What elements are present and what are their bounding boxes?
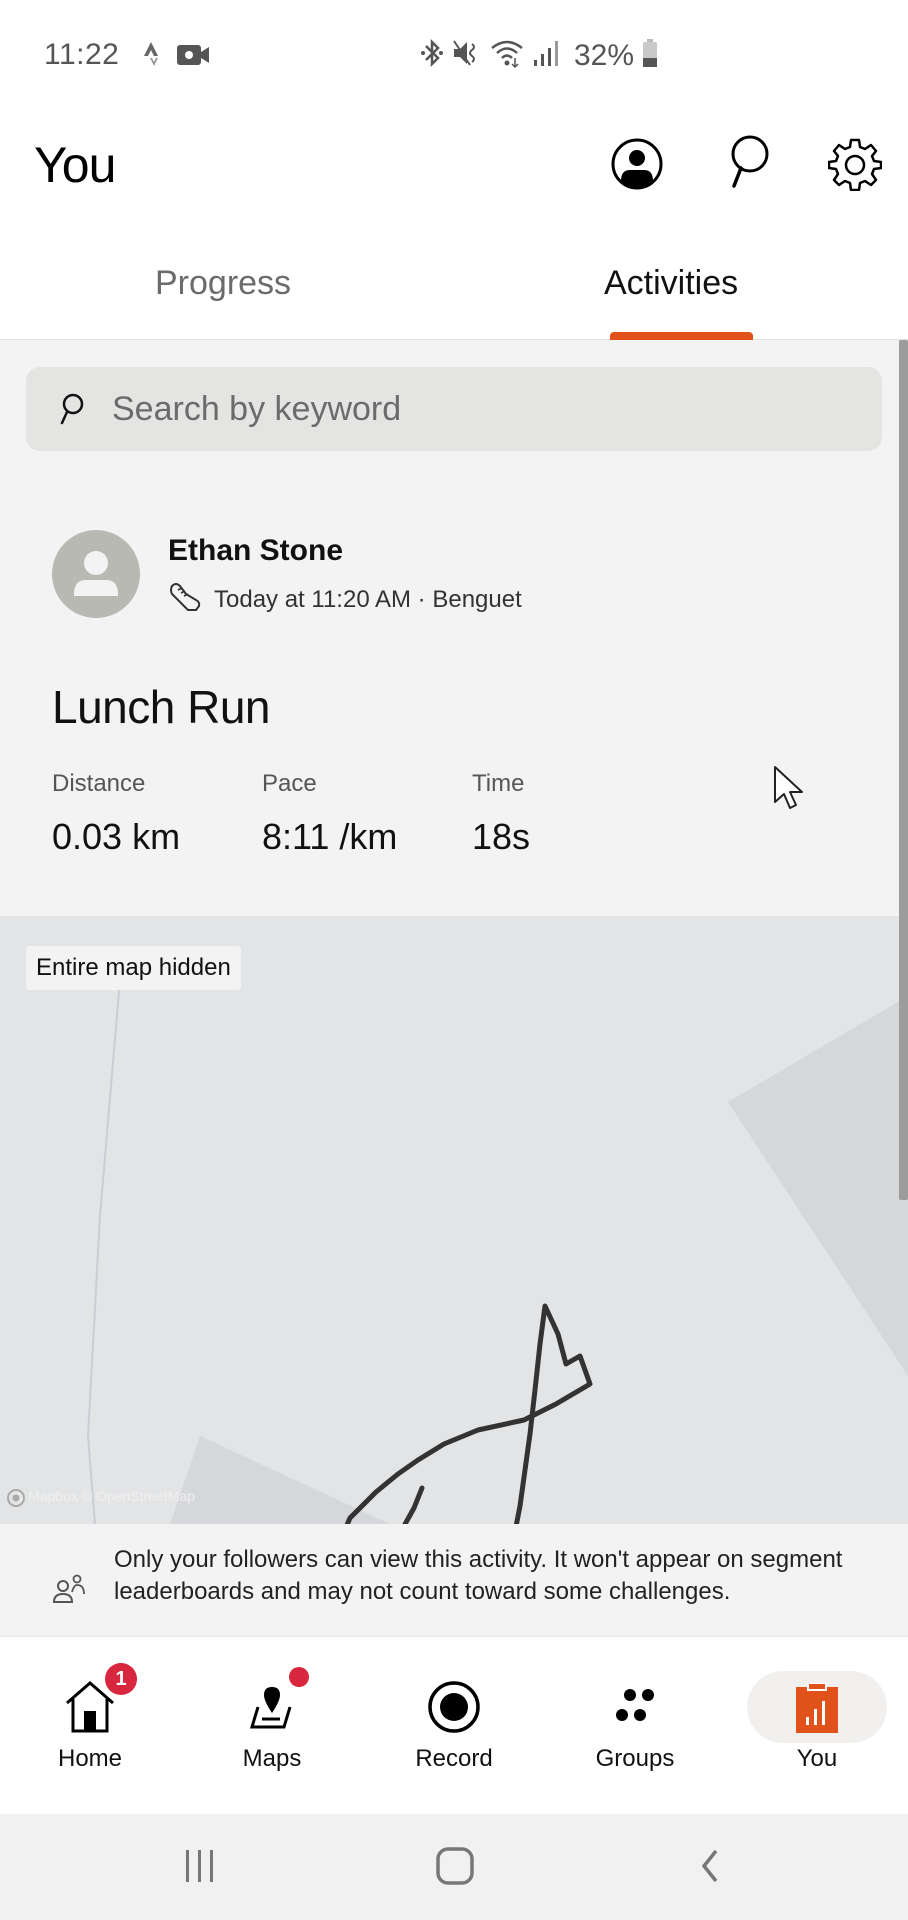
tab-bar: Progress Activities <box>0 222 908 340</box>
wifi-icon <box>490 38 524 73</box>
profile-button[interactable] <box>607 136 667 196</box>
running-shoe-icon <box>168 580 202 619</box>
nav-label: Record <box>415 1745 493 1772</box>
nav-label: Home <box>57 1745 123 1772</box>
recent-apps-icon <box>182 1848 218 1889</box>
map-hidden-label: Entire map hidden <box>26 946 241 990</box>
athlete-name[interactable]: Ethan Stone <box>168 534 343 568</box>
nav-you[interactable]: You <box>742 1637 892 1815</box>
profile-icon <box>610 137 664 196</box>
nav-label: Maps <box>242 1745 302 1772</box>
search-icon <box>54 392 88 426</box>
map-attribution-text: © Mapbox © OpenStreetMap <box>14 1488 195 1504</box>
nav-groups[interactable]: Groups <box>560 1637 710 1815</box>
privacy-note-text: Only your followers can view this activi… <box>114 1546 843 1605</box>
home-system-button[interactable] <box>425 1846 485 1890</box>
battery-icon <box>642 38 658 73</box>
followers-icon <box>52 1574 86 1609</box>
status-right-icons: 32% <box>420 38 658 73</box>
bluetooth-icon <box>420 38 444 73</box>
stat-label: Pace <box>262 770 317 797</box>
search-bar[interactable] <box>26 367 882 451</box>
mouse-cursor-icon <box>772 764 806 817</box>
stat-value: 18s <box>472 816 531 857</box>
back-button[interactable] <box>680 1846 740 1890</box>
you-icon <box>787 1677 847 1737</box>
recent-apps-button[interactable] <box>170 1846 230 1890</box>
stat-label: Time <box>472 770 525 797</box>
scrollbar-thumb[interactable] <box>899 340 908 1200</box>
mute-vibrate-icon <box>452 38 482 73</box>
nav-label: Groups <box>595 1745 675 1772</box>
route-polyline <box>344 1303 593 1524</box>
feed-scrollbar[interactable] <box>899 340 908 1636</box>
groups-icon <box>605 1677 665 1737</box>
status-bar: 11:22 32% <box>0 0 908 112</box>
strava-notification-icon <box>140 40 162 75</box>
activities-feed: Ethan Stone Today at 11:20 AM · Benguet … <box>0 340 908 1636</box>
home-square-icon <box>435 1846 475 1891</box>
settings-icon <box>827 137 883 196</box>
map-attribution[interactable]: © Mapbox © OpenStreetMap <box>6 1488 195 1507</box>
maps-icon <box>242 1677 302 1737</box>
search-input[interactable] <box>112 389 812 429</box>
status-left-icons <box>140 40 210 75</box>
nav-maps[interactable]: Maps <box>197 1637 347 1815</box>
tab-progress[interactable]: Progress <box>155 264 291 303</box>
active-tab-indicator <box>610 332 753 340</box>
privacy-note: Only your followers can view this activi… <box>0 1524 908 1636</box>
video-recording-icon <box>176 43 210 72</box>
page-title: You <box>34 137 116 193</box>
search-icon <box>724 134 772 199</box>
battery-percent: 32% <box>574 38 635 72</box>
home-notification-badge: 1 <box>105 1663 137 1695</box>
stat-distance: Distance 0.03 km <box>52 770 180 858</box>
settings-button[interactable] <box>825 136 885 196</box>
stat-label: Distance <box>52 770 146 797</box>
stat-pace: Pace 8:11 /km <box>262 770 397 858</box>
stat-time: Time 18s <box>472 770 530 858</box>
status-time: 11:22 <box>44 38 120 71</box>
nav-label: You <box>796 1745 838 1772</box>
stat-value: 8:11 /km <box>262 816 398 857</box>
back-chevron-icon <box>698 1848 722 1889</box>
athlete-avatar[interactable] <box>52 530 140 618</box>
system-nav-bar <box>0 1814 908 1920</box>
activity-meta: Today at 11:20 AM · Benguet <box>168 580 522 619</box>
nav-record[interactable]: Record <box>379 1637 529 1815</box>
bottom-nav: 1 Home Maps Record Groups You <box>0 1636 908 1814</box>
signal-icon <box>532 38 560 73</box>
app-header: You <box>0 112 908 222</box>
activity-map[interactable]: Entire map hidden © Mapbox © OpenStreetM… <box>0 916 908 1524</box>
activity-title[interactable]: Lunch Run <box>52 680 271 734</box>
record-icon <box>424 1677 484 1737</box>
stat-value: 0.03 km <box>52 816 181 857</box>
tab-activities[interactable]: Activities <box>604 264 738 303</box>
activity-timestamp-location: Today at 11:20 AM · Benguet <box>214 585 522 613</box>
header-search-button[interactable] <box>718 134 778 199</box>
nav-home[interactable]: 1 Home <box>15 1637 165 1815</box>
maps-notification-dot <box>289 1667 309 1687</box>
